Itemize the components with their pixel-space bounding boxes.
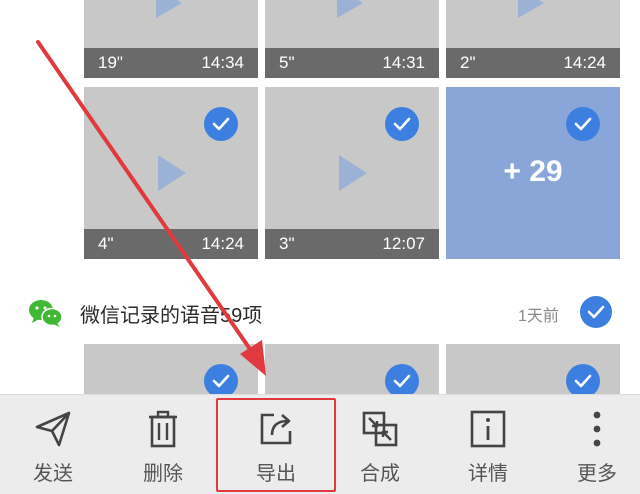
voice-tile[interactable]: 3" 12:07 (265, 87, 439, 259)
tile-duration: 4" (98, 234, 114, 253)
send-icon (35, 411, 71, 447)
tile-meta: 4" 14:24 (84, 229, 258, 259)
details-button[interactable]: 详情 (443, 395, 533, 494)
tile-time: 14:24 (563, 53, 606, 72)
play-icon (518, 0, 544, 18)
more-label: 更多 (577, 463, 617, 485)
info-icon (470, 410, 506, 448)
voice-tile[interactable]: 4" 14:24 (84, 87, 258, 259)
selected-check-icon[interactable] (204, 107, 238, 141)
tile-meta: 3" 12:07 (265, 229, 439, 259)
tile-duration: 5" (279, 53, 295, 72)
export-highlight-box (216, 398, 336, 492)
selected-check-icon[interactable] (385, 107, 419, 141)
merge-icon (362, 411, 398, 447)
more-button[interactable]: 更多 (552, 395, 640, 494)
tile-duration: 2" (460, 53, 476, 72)
trash-icon (149, 410, 177, 448)
group-header: 微信记录的语音59项 1天前 (0, 288, 640, 336)
selected-check-icon[interactable] (566, 364, 600, 398)
more-items-tile[interactable]: + 29 (446, 87, 620, 259)
tile-duration: 19" (98, 53, 123, 72)
delete-button[interactable]: 删除 (118, 395, 208, 494)
more-count-label: + 29 (503, 155, 563, 188)
wechat-icon (29, 300, 63, 327)
selected-check-icon[interactable] (566, 107, 600, 141)
selected-check-icon[interactable] (204, 364, 238, 398)
tile-time: 14:31 (382, 53, 425, 72)
group-date: 1天前 (518, 308, 559, 325)
play-icon (339, 155, 367, 191)
voice-tile[interactable]: 2" 14:24 (446, 0, 620, 78)
group-selected-check-icon[interactable] (580, 296, 612, 328)
tile-meta: 19" 14:34 (84, 48, 258, 78)
merge-button[interactable]: 合成 (335, 395, 425, 494)
tile-meta: 5" 14:31 (265, 48, 439, 78)
group-title: 微信记录的语音59项 (80, 305, 263, 327)
play-icon (158, 155, 186, 191)
tile-time: 14:34 (201, 53, 244, 72)
play-icon (337, 0, 363, 18)
voice-tile[interactable]: 19" 14:34 (84, 0, 258, 78)
send-label: 发送 (33, 463, 73, 485)
voice-tile[interactable]: 5" 14:31 (265, 0, 439, 78)
delete-label: 删除 (143, 463, 183, 485)
tile-duration: 3" (279, 234, 295, 253)
merge-label: 合成 (360, 463, 400, 485)
play-icon (156, 0, 182, 18)
selected-check-icon[interactable] (385, 364, 419, 398)
tile-time: 14:24 (201, 234, 244, 253)
tile-time: 12:07 (382, 234, 425, 253)
tile-meta: 2" 14:24 (446, 48, 620, 78)
details-label: 详情 (468, 463, 508, 485)
more-vertical-icon (593, 411, 601, 447)
send-button[interactable]: 发送 (8, 395, 98, 494)
